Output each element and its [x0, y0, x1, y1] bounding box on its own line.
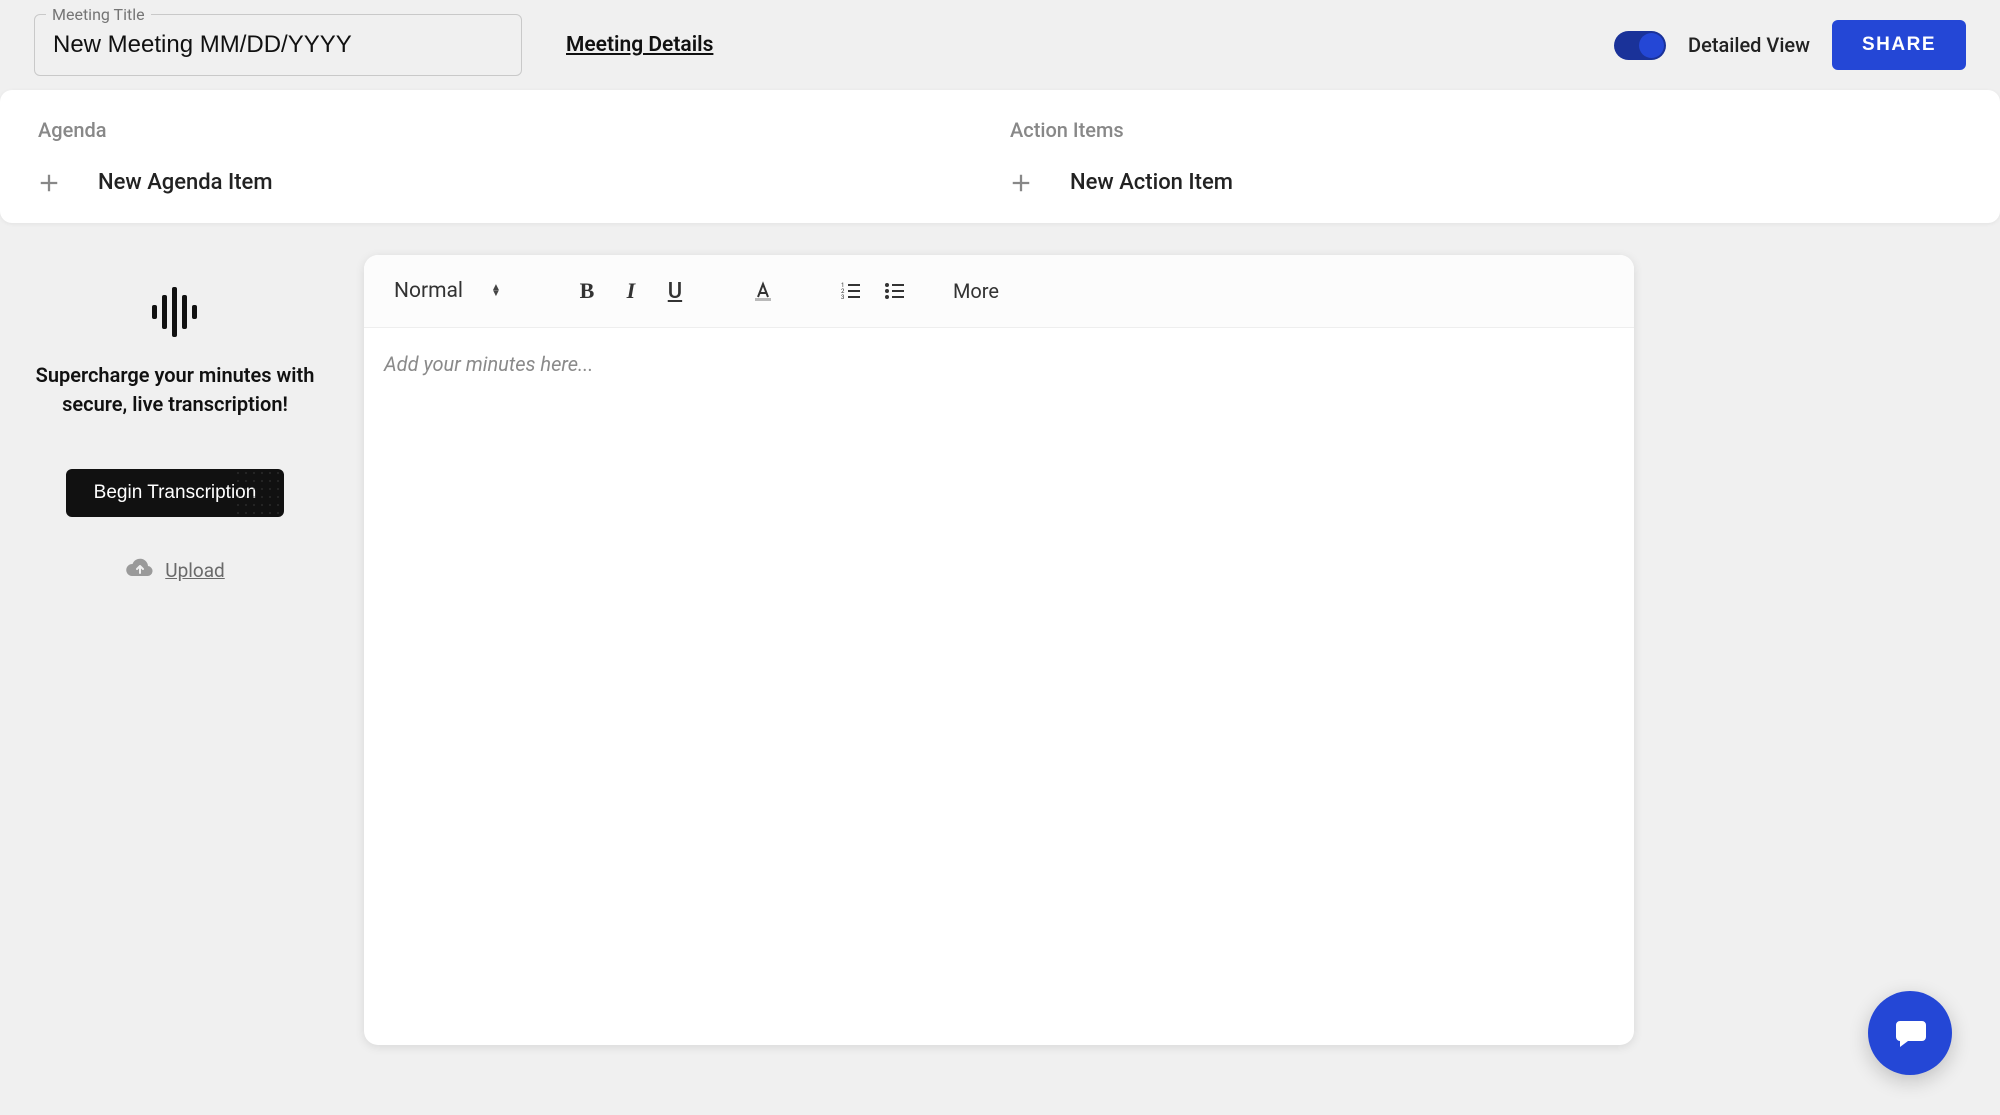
plus-icon	[38, 172, 60, 194]
chevron-updown-icon: ▲▼	[491, 285, 501, 297]
promo-line-1: Supercharge your minutes with	[36, 363, 315, 387]
action-items-heading: Action Items	[1010, 118, 1962, 142]
bold-button[interactable]: B	[571, 275, 603, 307]
format-group: B I U	[571, 275, 691, 307]
meeting-title-label: Meeting Title	[46, 5, 151, 24]
toggle-knob	[1639, 33, 1664, 58]
text-style-picker[interactable]: Normal ▲▼	[394, 279, 515, 303]
editor-toolbar: Normal ▲▼ B I U 123	[364, 255, 1634, 328]
detailed-view-toggle[interactable]	[1614, 31, 1666, 60]
share-button[interactable]: SHARE	[1832, 20, 1966, 70]
action-items-panel: Action Items New Action Item	[1010, 118, 1962, 195]
italic-button[interactable]: I	[615, 275, 647, 307]
editor-body[interactable]: Add your minutes here...	[364, 328, 1634, 1045]
chat-icon	[1890, 1013, 1930, 1053]
unordered-list-button[interactable]	[879, 275, 911, 307]
add-action-item[interactable]: New Action Item	[1010, 170, 1962, 195]
list-group: 123	[835, 275, 911, 307]
begin-transcription-button[interactable]: Begin Transcription	[66, 469, 285, 517]
agenda-panel: Agenda New Agenda Item	[38, 118, 990, 195]
ordered-list-button[interactable]: 123	[835, 275, 867, 307]
minutes-editor: Normal ▲▼ B I U 123	[364, 255, 1634, 1045]
detailed-view-label: Detailed View	[1688, 33, 1810, 57]
more-button[interactable]: More	[953, 279, 999, 303]
lower-area: Supercharge your minutes with secure, li…	[0, 223, 2000, 1045]
underline-button[interactable]: U	[659, 275, 691, 307]
top-bar-right: Detailed View SHARE	[1614, 20, 1966, 70]
upload-label: Upload	[165, 559, 225, 582]
svg-text:3: 3	[841, 294, 844, 301]
add-agenda-item[interactable]: New Agenda Item	[38, 170, 990, 195]
text-style-label: Normal	[394, 279, 463, 303]
transcription-panel: Supercharge your minutes with secure, li…	[0, 255, 350, 583]
top-bar: Meeting Title Meeting Details Detailed V…	[0, 0, 2000, 90]
agenda-heading: Agenda	[38, 118, 990, 142]
upload-link[interactable]: Upload	[0, 557, 350, 583]
add-action-label: New Action Item	[1070, 170, 1233, 195]
help-chat-button[interactable]	[1868, 991, 1952, 1075]
editor-placeholder: Add your minutes here...	[384, 352, 593, 376]
items-row: Agenda New Agenda Item Action Items New …	[0, 90, 2000, 223]
meeting-title-field: Meeting Title	[34, 14, 522, 76]
transcription-promo: Supercharge your minutes with secure, li…	[0, 361, 350, 419]
soundwave-icon	[148, 283, 202, 341]
meeting-details-link[interactable]: Meeting Details	[566, 33, 713, 57]
text-color-button[interactable]	[747, 275, 779, 307]
add-agenda-label: New Agenda Item	[98, 170, 273, 195]
promo-line-2: secure, live transcription!	[62, 392, 288, 416]
cloud-upload-icon	[125, 557, 155, 583]
plus-icon	[1010, 172, 1032, 194]
